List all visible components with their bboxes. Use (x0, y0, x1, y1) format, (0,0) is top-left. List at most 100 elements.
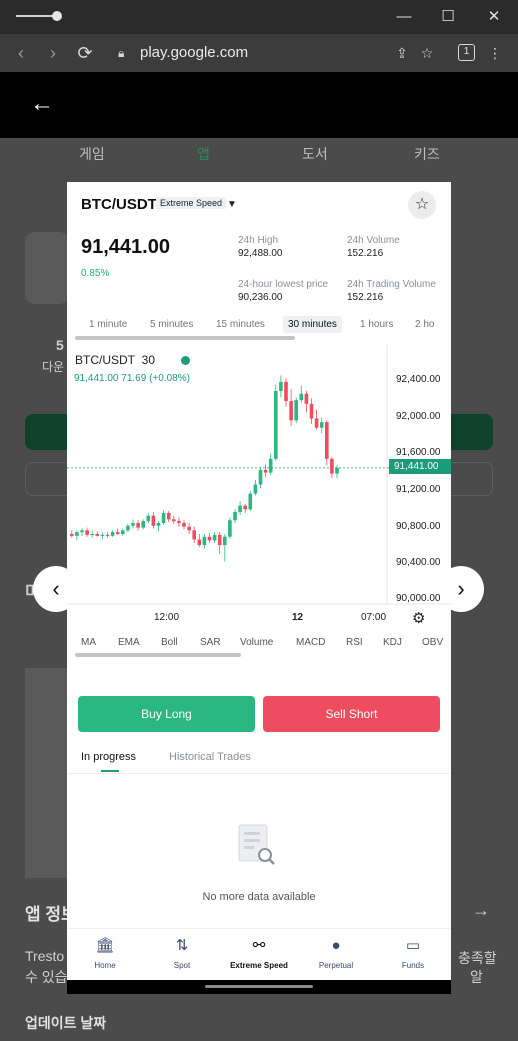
caret-down-icon: ▼ (227, 199, 237, 210)
indicator-ema: EMA (118, 637, 140, 648)
chart-legend-pair: BTC/USDT (75, 353, 135, 367)
nav-label: Extreme Speed (230, 961, 288, 970)
bg-app-info-text-left: Tresto (25, 948, 65, 964)
candle-body (80, 530, 84, 533)
buy-long-button: Buy Long (78, 696, 255, 732)
share-icon[interactable]: ⇪ (391, 42, 413, 64)
candle-body (75, 532, 79, 536)
candle-body (70, 534, 74, 536)
arrow-right-icon: → (472, 900, 490, 920)
interval-1m: 1 minute (89, 319, 128, 330)
candle-body (136, 523, 140, 528)
candle-body (330, 458, 334, 474)
candle-body (263, 469, 268, 473)
chart-legend: BTC/USDT 30 (75, 353, 155, 367)
bg-tab-apps: 앱 (197, 146, 210, 162)
chart-quote: 91,441.00 71.69 (+0.08%) (74, 373, 190, 384)
chart-legend-interval: 30 (141, 353, 156, 367)
interval-5m: 5 minutes (150, 319, 194, 330)
candle-body (192, 530, 196, 540)
bg-app-info-text-right2: 알 (470, 969, 483, 985)
bottom-nav: 🏛︎ Home ⇅ Spot ⚯ Extreme Speed ● Perpetu… (67, 928, 451, 980)
gear-icon: ⚙ (412, 610, 426, 627)
stat-volume-value: 152.216 (347, 248, 384, 259)
y-tick: 90,800.00 (396, 521, 441, 532)
candle-body (105, 534, 110, 536)
candle-body (253, 484, 258, 494)
interval-30m: 30 minutes (283, 316, 342, 333)
tab-in-progress: In progress (81, 751, 137, 763)
candle-body (304, 393, 309, 404)
perpetual-icon: ● (331, 937, 341, 954)
candle-body (314, 418, 319, 428)
candle-body (289, 401, 293, 421)
lock-icon[interactable]: 🔒︎ (118, 43, 130, 63)
interval-scrollbar (75, 336, 295, 340)
candle-body (90, 534, 94, 535)
candle-body (95, 534, 100, 536)
y-tick: 90,400.00 (396, 557, 441, 568)
bookmark-icon[interactable]: ☆ (416, 42, 438, 64)
nav-item-funds: ▭ Funds (375, 937, 451, 970)
bg-tab-books: 도서 (302, 146, 328, 162)
candle-body (228, 520, 232, 537)
title-slider-knob[interactable] (52, 11, 62, 21)
current-price-tag: 91,441.00 (389, 459, 451, 474)
nav-item-extreme-speed: ⚯ Extreme Speed (221, 937, 297, 970)
nav-label: Spot (173, 961, 191, 970)
tab-count-button[interactable]: 1 (458, 44, 475, 61)
speed-icon: ⚯ (252, 937, 266, 954)
candle-body (131, 523, 135, 526)
more-vertical-icon[interactable]: ⋮ (484, 42, 506, 64)
candle-body (268, 458, 273, 473)
candle-body (177, 521, 181, 523)
candle-body (166, 512, 171, 520)
candle-body (187, 526, 191, 531)
browser-toolbar: ‹ › ⟳ 🔒︎ play.google.com ⇪ ☆ 1 ⋮ (0, 34, 518, 72)
bg-screenshot-thumb (25, 668, 69, 878)
empty-document-icon (238, 824, 275, 865)
home-icon: 🏛︎ (95, 937, 115, 954)
candle-body (110, 532, 115, 536)
candle-body (233, 512, 237, 521)
star-icon: ☆ (408, 191, 436, 219)
bg-update-date-label: 업데이트 날짜 (25, 1015, 107, 1031)
interval-15m: 15 minutes (216, 319, 265, 330)
tab-historical-trades: Historical Trades (169, 751, 251, 763)
address-bar[interactable]: play.google.com (140, 43, 248, 63)
y-tick: 92,400.00 (396, 374, 441, 385)
divider (67, 773, 451, 774)
wallet-icon: ▭ (405, 937, 421, 954)
close-gallery-arrow-icon[interactable]: ← (30, 92, 54, 116)
candlestick-chart (67, 345, 451, 605)
stat-volume-label: 24h Volume (347, 235, 400, 246)
candle-body (309, 403, 314, 419)
stat-high-label: 24h High (238, 235, 279, 246)
y-tick: 90,000.00 (396, 593, 441, 604)
candle-body (243, 505, 247, 510)
stat-low-value: 90,236.00 (238, 292, 283, 303)
candle-body (299, 393, 304, 401)
y-tick: 92,000.00 (396, 411, 441, 422)
candle-body (151, 515, 156, 526)
minimize-icon[interactable]: — (392, 6, 416, 28)
x-tick: 12 (292, 612, 304, 623)
nav-item-perpetual: ● Perpetual (298, 937, 374, 970)
candle-body (182, 523, 186, 527)
reload-icon[interactable]: ⟳ (74, 42, 96, 64)
indicator-kdj: KDJ (383, 637, 402, 648)
stat-high-value: 92,488.00 (238, 248, 283, 259)
home-indicator (205, 985, 313, 988)
maximize-icon[interactable]: ☐ (436, 6, 460, 28)
candle-body (248, 493, 253, 510)
candle-body (238, 505, 242, 512)
forward-arrow-icon[interactable]: › (42, 42, 64, 64)
nav-label: Home (94, 961, 116, 970)
bg-app-info-text-right: 충족할 (458, 950, 497, 966)
nav-label: Funds (401, 961, 425, 970)
close-icon[interactable]: ✕ (482, 6, 506, 28)
bg-rating-fragment: 5 (56, 337, 64, 353)
back-arrow-icon[interactable]: ‹ (10, 42, 32, 64)
candle-body (335, 467, 339, 474)
swap-icon: ⇅ (175, 937, 189, 954)
